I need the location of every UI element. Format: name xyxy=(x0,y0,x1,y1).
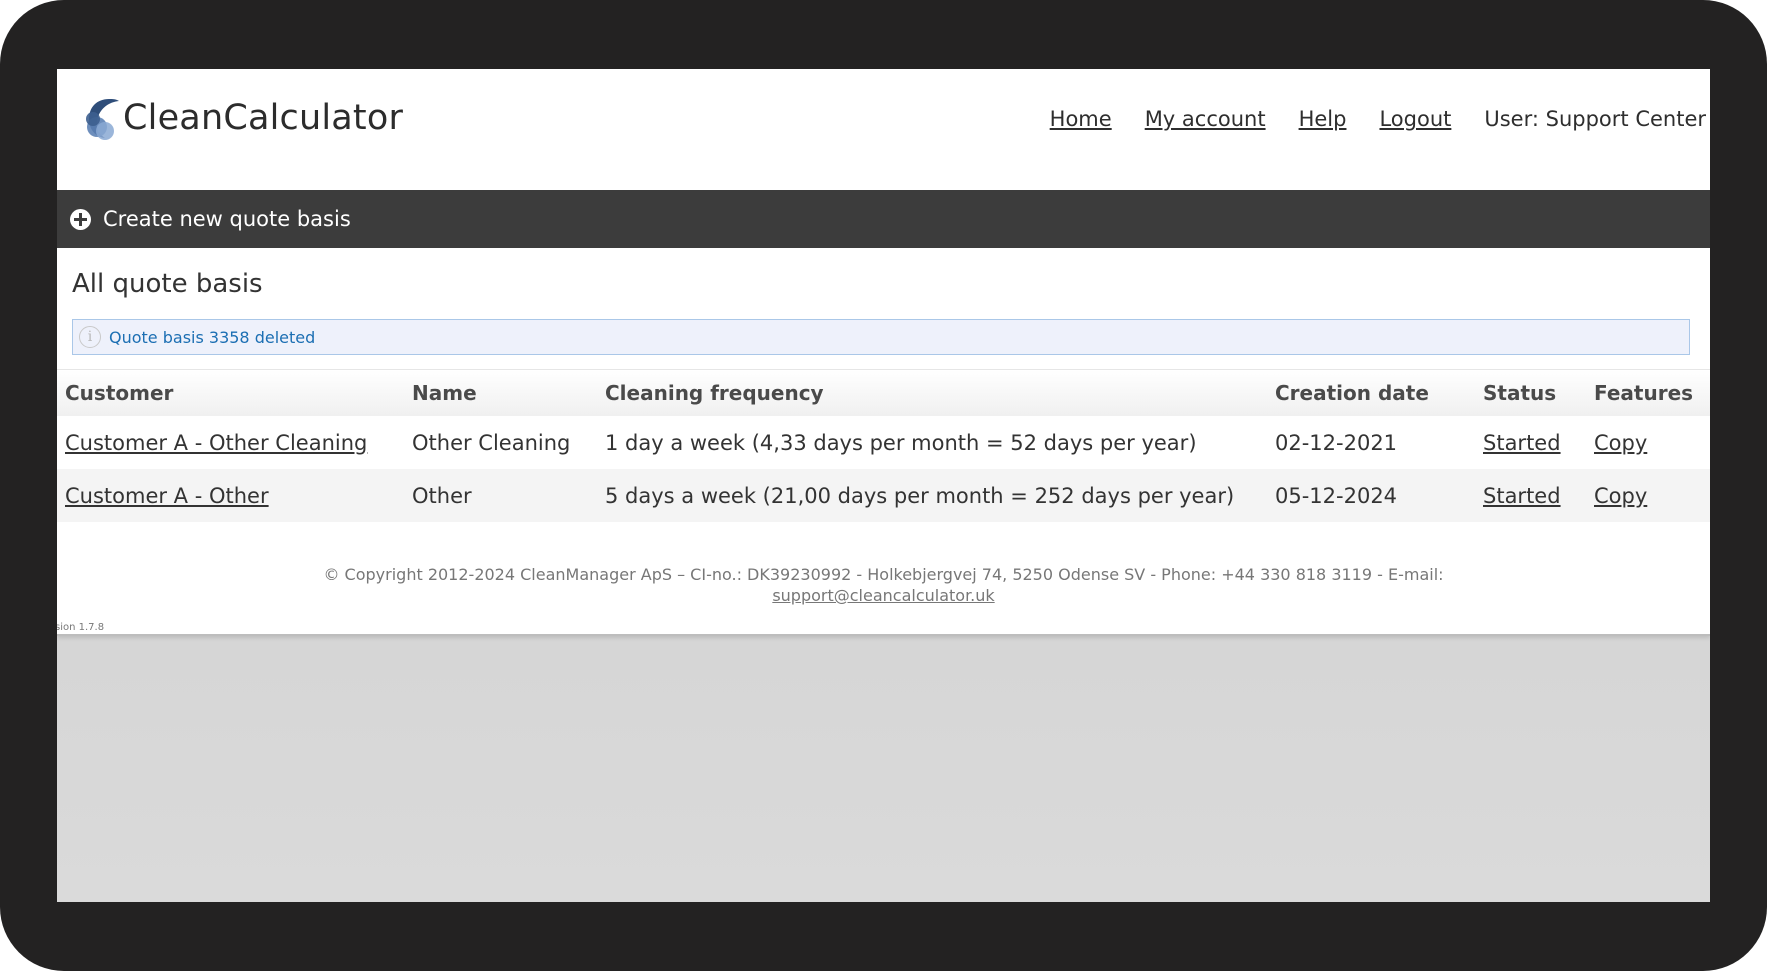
brand-name: CleanCalculator xyxy=(123,98,404,138)
version-label: sion 1.7.8 xyxy=(57,622,105,633)
browser-viewport: CleanCalculator Home My account Help Log… xyxy=(57,69,1710,902)
customer-link[interactable]: Customer A - Other xyxy=(65,484,269,508)
nav-help-link[interactable]: Help xyxy=(1299,107,1347,131)
header-creation-date[interactable]: Creation date xyxy=(1275,381,1429,405)
cleaning-frequency: 1 day a week (4,33 days per month = 52 d… xyxy=(605,430,1197,455)
info-icon: i xyxy=(79,326,101,348)
create-quote-basis-label: Create new quote basis xyxy=(103,207,351,231)
customer-link[interactable]: Customer A - Other Cleaning xyxy=(65,431,367,455)
status-notice: i Quote basis 3358 deleted xyxy=(72,319,1690,355)
status-link[interactable]: Started xyxy=(1483,431,1561,455)
page-title: All quote basis xyxy=(72,269,263,299)
header: CleanCalculator Home My account Help Log… xyxy=(57,69,1710,189)
quote-name: Other Cleaning xyxy=(412,430,571,455)
support-email-link[interactable]: support@cleancalculator.uk xyxy=(772,586,994,605)
page: CleanCalculator Home My account Help Log… xyxy=(57,69,1710,636)
footer-copyright: © Copyright 2012-2024 CleanManager ApS –… xyxy=(323,565,1444,584)
current-user-label: User: Support Center xyxy=(1484,107,1706,131)
footer: © Copyright 2012-2024 CleanManager ApS –… xyxy=(57,564,1710,606)
table-row: Customer A - Other Other 5 days a week (… xyxy=(57,469,1710,522)
notice-text: Quote basis 3358 deleted xyxy=(109,327,316,347)
logo[interactable]: CleanCalculator xyxy=(79,91,403,145)
table-row: Customer A - Other Cleaning Other Cleani… xyxy=(57,416,1710,469)
logo-wave-icon xyxy=(86,99,119,140)
device-frame: CleanCalculator Home My account Help Log… xyxy=(0,0,1767,971)
quote-name: Other xyxy=(412,483,472,508)
quote-basis-table: Customer Name Cleaning frequency Creatio… xyxy=(57,369,1710,522)
cleaning-frequency: 5 days a week (21,00 days per month = 25… xyxy=(605,483,1235,508)
nav-home-link[interactable]: Home xyxy=(1050,107,1112,131)
header-status[interactable]: Status xyxy=(1483,381,1556,405)
copy-link[interactable]: Copy xyxy=(1594,484,1647,508)
nav-logout-link[interactable]: Logout xyxy=(1379,107,1451,131)
header-customer[interactable]: Customer xyxy=(65,381,173,405)
table-header: Customer Name Cleaning frequency Creatio… xyxy=(57,369,1710,416)
creation-date: 02-12-2021 xyxy=(1275,430,1398,455)
header-features: Features xyxy=(1594,381,1694,405)
copy-link[interactable]: Copy xyxy=(1594,431,1647,455)
header-cleaning-frequency[interactable]: Cleaning frequency xyxy=(605,381,824,405)
header-name[interactable]: Name xyxy=(412,381,477,405)
plus-circle-icon xyxy=(70,208,91,230)
top-nav: Home My account Help Logout User: Suppor… xyxy=(1050,107,1706,131)
status-link[interactable]: Started xyxy=(1483,484,1561,508)
nav-my-account-link[interactable]: My account xyxy=(1145,107,1266,131)
creation-date: 05-12-2024 xyxy=(1275,483,1398,508)
create-quote-basis-button[interactable]: Create new quote basis xyxy=(57,190,1710,248)
